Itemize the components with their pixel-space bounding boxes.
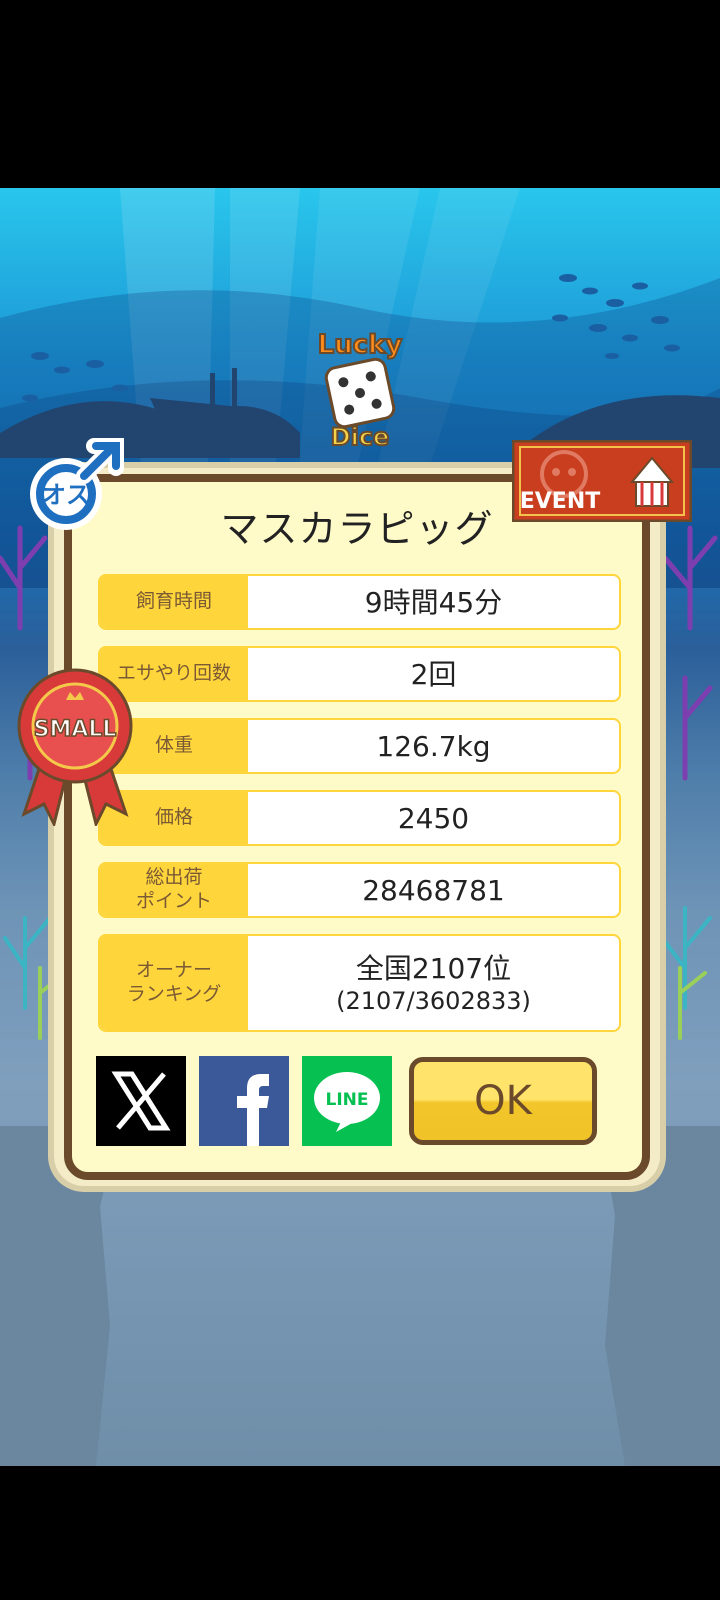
logo-text-lucky: Lucky (318, 330, 403, 360)
gender-text: オス (42, 481, 90, 509)
stat-row-weight: 体重 126.7kg (98, 718, 621, 774)
stat-row-owner-ranking: オーナー ランキング 全国2107位 (2107/3602833) (98, 934, 621, 1032)
right-coral (660, 525, 718, 1040)
stat-value: 126.7kg (376, 729, 491, 763)
x-share-button[interactable] (96, 1056, 186, 1146)
stat-row-shipping-points: 総出荷 ポイント 28468781 (98, 862, 621, 918)
lucky-dice-logo: Lucky Dice (317, 329, 404, 452)
stat-value: 全国2107位 (2107/3602833) (248, 936, 619, 1030)
ranking-detail: (2107/3602833) (336, 986, 531, 1015)
stat-label-line2: ポイント (135, 890, 212, 912)
stat-value: 2450 (397, 801, 470, 835)
size-badge-text: SMALL (34, 717, 117, 742)
stat-row-breeding-time: 飼育時間 9時間45分 (98, 574, 621, 630)
stat-value: 9時間45分 (364, 585, 503, 619)
ranking-value: 全国2107位 (355, 951, 512, 985)
small-size-ribbon-badge: SMALL (17, 668, 133, 826)
line-label: LINE (326, 1090, 369, 1110)
stat-label: オーナー ランキング (100, 936, 248, 1030)
stat-label-line2: ランキング (126, 983, 222, 1005)
stat-label-line1: オーナー (135, 959, 212, 982)
logo-text-dice: Dice (331, 423, 390, 451)
line-share-button[interactable]: LINE (302, 1056, 392, 1146)
stat-value: 28468781 (362, 873, 505, 907)
event-banner[interactable]: EVENT (512, 440, 692, 522)
stat-label: 飼育時間 (100, 576, 248, 628)
event-text: EVENT (520, 489, 601, 514)
male-gender-icon: オス (30, 438, 124, 530)
stat-label: 総出荷 ポイント (100, 864, 248, 916)
stat-row-feed-count: エサやり回数 2回 (98, 646, 621, 702)
facebook-share-button[interactable] (199, 1056, 289, 1146)
stat-label-line1: 総出荷 (145, 866, 203, 889)
stat-value: 2回 (410, 657, 457, 691)
ok-button[interactable]: OK (409, 1057, 597, 1145)
stat-row-price: 価格 2450 (98, 790, 621, 846)
